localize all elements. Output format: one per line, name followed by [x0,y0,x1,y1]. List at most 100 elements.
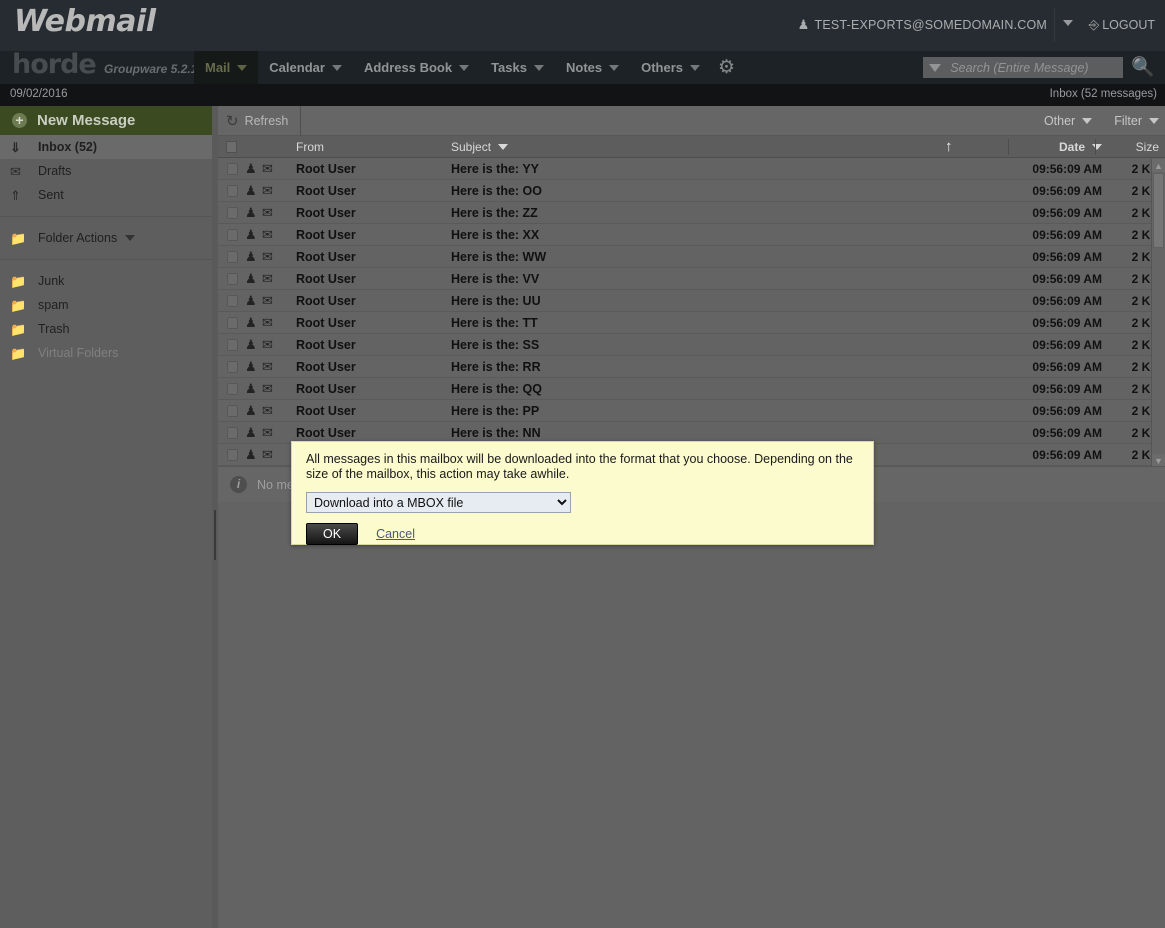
sort-ascending-icon[interactable]: ↑ [945,139,953,154]
scrollbar-thumb[interactable] [1153,173,1164,248]
nav-item-mail[interactable]: Mail [194,51,258,84]
nav-item-notes[interactable]: Notes [555,51,630,84]
table-row[interactable]: ♟✉Root UserHere is the: QQ09:56:09 AM2 K… [218,378,1165,400]
row-checkbox[interactable] [227,251,238,263]
nav-item-others[interactable]: Others [630,51,711,84]
row-checkbox[interactable] [227,361,238,373]
refresh-button[interactable]: ↻ Refresh [226,106,301,136]
cell-date: 09:56:09 AM [1018,448,1102,462]
row-checkbox[interactable] [227,405,238,417]
settings-gear-icon[interactable]: ⚙ [718,58,735,77]
row-checkbox[interactable] [227,207,238,219]
sidebar-item-label: Trash [38,322,70,336]
table-row[interactable]: ♟✉Root UserHere is the: VV09:56:09 AM2 K… [218,268,1165,290]
search-icon[interactable]: 🔍 [1131,58,1155,77]
sidebar-item-trash[interactable]: 📁 Trash [0,317,212,341]
sidebar-item-drafts[interactable]: ✉ Drafts [0,159,212,183]
cell-subject: Here is the: OO [451,184,542,198]
cell-date: 09:56:09 AM [1018,162,1102,176]
nav-items: Mail Calendar Address Book Tasks Notes O… [194,51,711,84]
ok-button[interactable]: OK [306,523,358,545]
envelope-icon: ✉ [262,162,273,175]
table-row[interactable]: ♟✉Root UserHere is the: OO09:56:09 AM2 K… [218,180,1165,202]
cell-date: 09:56:09 AM [1018,382,1102,396]
cell-from: Root User [296,294,356,308]
table-row[interactable]: ♟✉Root UserHere is the: UU09:56:09 AM2 K… [218,290,1165,312]
row-checkbox[interactable] [227,427,238,439]
filter-label: Filter [1114,114,1142,128]
person-icon: ♟ [245,360,257,373]
row-checkbox[interactable] [227,339,238,351]
select-all-checkbox[interactable] [226,141,237,153]
splitter-grip[interactable] [214,510,216,560]
search-scope-chevron-down-icon[interactable] [929,64,941,72]
search-area: 🔍 [923,57,1155,78]
cell-subject: Here is the: YY [451,162,539,176]
chevron-down-icon [498,144,508,150]
table-row[interactable]: ♟✉Root UserHere is the: PP09:56:09 AM2 K… [218,400,1165,422]
row-checkbox[interactable] [227,449,238,461]
scroll-up-icon[interactable]: ▲ [1152,159,1165,172]
nav-item-label: Others [641,60,683,75]
cell-subject: Here is the: TT [451,316,538,330]
sidebar-item-sent[interactable]: ⇑ Sent [0,183,212,207]
dialog-buttons: OK Cancel [306,523,859,545]
column-header-date[interactable]: Date [1018,136,1102,158]
status-message: No me [257,478,294,492]
message-list-scrollbar[interactable]: ▲ ▼ [1151,159,1165,467]
table-row[interactable]: ♟✉Root UserHere is the: ZZ09:56:09 AM2 K… [218,202,1165,224]
envelope-icon: ✉ [262,404,273,417]
cell-date: 09:56:09 AM [1018,404,1102,418]
account-menu[interactable]: ♟TEST-EXPORTS@SOMEDOMAIN.COM [798,17,1047,33]
table-row[interactable]: ♟✉Root UserHere is the: RR09:56:09 AM2 K… [218,356,1165,378]
sidebar-item-junk[interactable]: 📁 Junk [0,269,212,293]
cancel-link[interactable]: Cancel [376,527,415,541]
column-header-size[interactable]: Size [1104,136,1159,158]
person-icon: ♟ [245,382,257,395]
row-checkbox[interactable] [227,383,238,395]
column-header-from[interactable]: From [296,136,324,158]
table-row[interactable]: ♟✉Root UserHere is the: YY09:56:09 AM2 K… [218,158,1165,180]
nav-item-address-book[interactable]: Address Book [353,51,480,84]
sidebar-item-inbox[interactable]: ⇓ Inbox (52) [0,135,212,159]
column-header-subject[interactable]: Subject [451,136,508,158]
nav-item-calendar[interactable]: Calendar [258,51,353,84]
download-format-select[interactable]: Download into a MBOX file [306,492,571,513]
search-input[interactable] [948,60,1117,76]
row-checkbox[interactable] [227,317,238,329]
column-label: From [296,140,324,154]
sidebar-item-virtual-folders[interactable]: 📁 Virtual Folders [0,341,212,365]
person-icon: ♟ [245,162,257,175]
person-icon: ♟ [245,316,257,329]
cell-subject: Here is the: RR [451,360,541,374]
plus-icon: + [12,113,27,128]
person-icon: ♟ [245,426,257,439]
cell-date: 09:56:09 AM [1018,206,1102,220]
row-checkbox[interactable] [227,185,238,197]
sidebar-item-spam[interactable]: 📁 spam [0,293,212,317]
other-menu-button[interactable]: Other [1044,114,1092,128]
nav-item-tasks[interactable]: Tasks [480,51,555,84]
new-message-button[interactable]: + New Message [0,106,212,135]
table-row[interactable]: ♟✉Root UserHere is the: WW09:56:09 AM2 K… [218,246,1165,268]
row-checkbox[interactable] [227,273,238,285]
row-checkbox[interactable] [227,163,238,175]
logout-label: LOGOUT [1102,18,1155,32]
cell-from: Root User [296,316,356,330]
filter-menu-button[interactable]: Filter [1114,114,1159,128]
logout-icon: ⎆ [1089,17,1099,32]
search-box[interactable] [923,57,1123,78]
table-row[interactable]: ♟✉Root UserHere is the: SS09:56:09 AM2 K… [218,334,1165,356]
envelope-icon: ✉ [262,448,273,461]
chevron-down-icon [237,65,247,71]
person-icon: ♟ [245,338,257,351]
logout-button[interactable]: ⎆LOGOUT [1089,17,1155,33]
row-checkbox[interactable] [227,295,238,307]
sidebar-item-folder-actions[interactable]: 📁 Folder Actions [0,226,212,250]
row-checkbox[interactable] [227,229,238,241]
table-row[interactable]: ♟✉Root UserHere is the: TT09:56:09 AM2 K… [218,312,1165,334]
nav-item-label: Calendar [269,60,325,75]
cell-from: Root User [296,272,356,286]
account-chevron-down-icon[interactable] [1063,20,1073,26]
table-row[interactable]: ♟✉Root UserHere is the: XX09:56:09 AM2 K… [218,224,1165,246]
